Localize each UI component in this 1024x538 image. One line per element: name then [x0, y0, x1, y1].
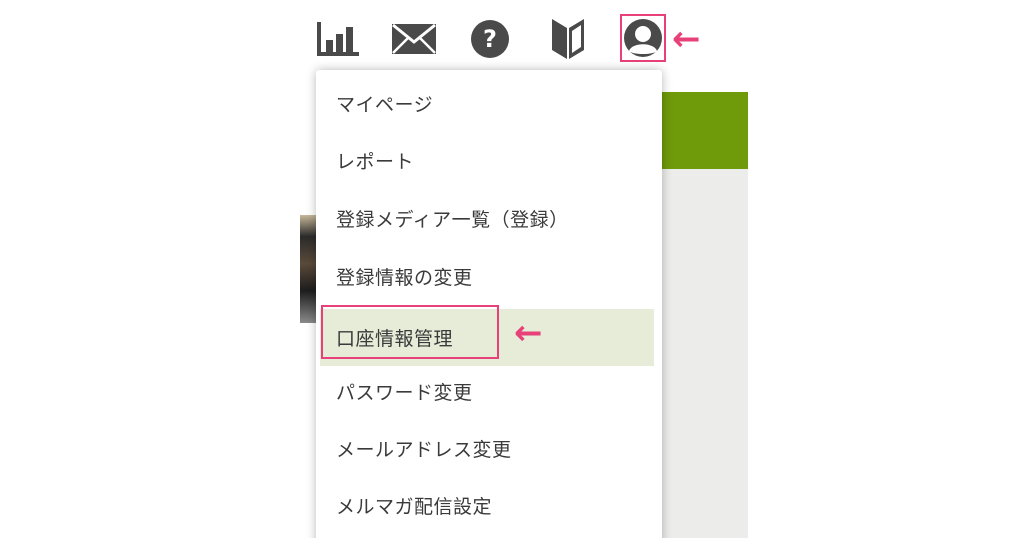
menu-item-label: 登録メディア一覧（登録）: [336, 209, 569, 231]
user-account-icon[interactable]: [620, 14, 666, 62]
svg-text:?: ?: [483, 25, 497, 53]
account-dropdown-menu: マイページ レポート 登録メディア一覧（登録） 登録情報の変更 口座情報管理 パ…: [316, 70, 662, 538]
menu-item-label: マイページ: [336, 94, 434, 116]
menu-item-newsletter-settings[interactable]: メルマガ配信設定: [316, 477, 662, 534]
menu-item-change-password[interactable]: パスワード変更: [316, 363, 662, 420]
menu-item-label: 登録情報の変更: [336, 267, 473, 289]
screen: ? ← マイページ レポート 登録メディア一覧（登録） 登録情報の変更 口座情報…: [0, 0, 1024, 538]
report-chart-icon[interactable]: [316, 18, 360, 60]
menu-item-label: レポート: [336, 151, 415, 173]
menu-item-change-email[interactable]: メールアドレス変更: [316, 420, 662, 477]
menu-item-report[interactable]: レポート: [316, 132, 662, 189]
beginner-mark-icon[interactable]: [546, 18, 590, 60]
help-icon[interactable]: ?: [468, 18, 512, 60]
page-content-area: [662, 169, 748, 538]
menu-item-label: 口座情報管理: [336, 328, 454, 350]
menu-item-label: メールアドレス変更: [336, 439, 512, 461]
menu-item-account-management[interactable]: 口座情報管理: [320, 309, 654, 366]
menu-item-registered-media[interactable]: 登録メディア一覧（登録）: [316, 190, 662, 247]
annotation-arrow-menu: ←: [514, 313, 543, 353]
header-icon-bar: ?: [0, 0, 1024, 70]
annotation-arrow-user: ←: [672, 19, 701, 59]
menu-item-mypage[interactable]: マイページ: [316, 75, 662, 132]
menu-item-edit-registration[interactable]: 登録情報の変更: [316, 248, 662, 305]
menu-item-label: パスワード変更: [336, 382, 473, 404]
header-banner: [662, 92, 748, 169]
mail-icon[interactable]: [390, 18, 438, 60]
menu-item-label: メルマガ配信設定: [336, 496, 493, 518]
